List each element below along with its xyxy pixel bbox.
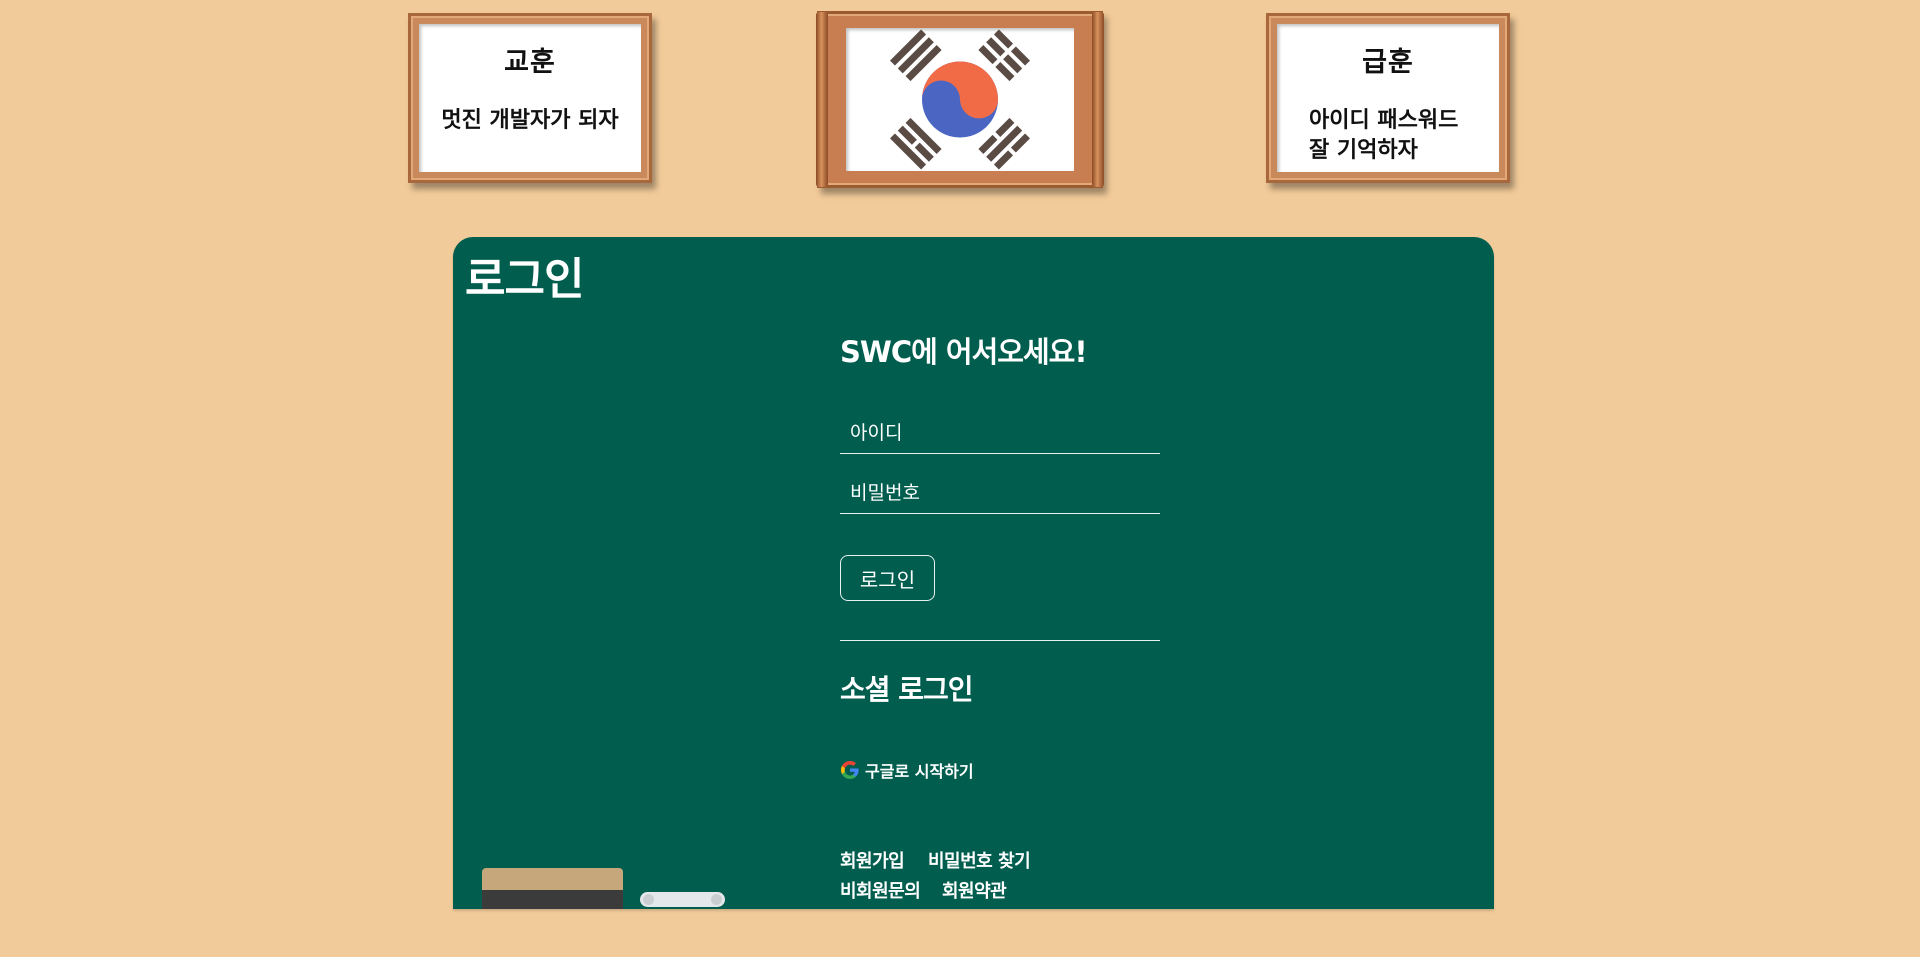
id-field: [840, 413, 1160, 454]
google-login-label: 구글로 시작하기: [865, 762, 974, 781]
chalkboard-eraser: [482, 868, 623, 909]
login-chalkboard: 로그인 SWC에 어서오세요! 로그인 소셜 로그인 구글로 시작하기 회원가입…: [453, 237, 1494, 909]
flag-paper: [846, 28, 1074, 171]
korean-flag-icon: [889, 29, 1031, 170]
google-login-button[interactable]: 구글로 시작하기: [840, 758, 974, 782]
class-rule-frame: 급훈 아이디 패스워드 잘 기억하자: [1266, 13, 1510, 183]
welcome-heading: SWC에 어서오세요!: [840, 335, 1088, 369]
class-rule-line-1: 아이디 패스워드: [1309, 108, 1459, 133]
motto-paper: 교훈 멋진 개발자가 되자: [419, 24, 641, 172]
motto-frame: 교훈 멋진 개발자가 되자: [408, 13, 652, 183]
terms-link[interactable]: 회원약관: [942, 877, 1007, 903]
class-rule-title: 급훈: [1362, 47, 1414, 78]
password-field: [840, 473, 1160, 514]
scroll-rod-left: [816, 12, 828, 187]
motto-text: 멋진 개발자가 되자: [441, 108, 619, 133]
signup-link[interactable]: 회원가입: [840, 847, 905, 873]
page-title: 로그인: [465, 254, 584, 305]
google-icon: [841, 761, 859, 779]
password-input[interactable]: [840, 473, 1160, 513]
class-rule-line-2: 잘 기억하자: [1309, 138, 1418, 163]
login-button[interactable]: 로그인: [840, 555, 935, 601]
divider: [840, 640, 1160, 641]
motto-title: 교훈: [504, 47, 556, 78]
id-input[interactable]: [840, 413, 1160, 453]
class-rule-text: 아이디 패스워드 잘 기억하자: [1309, 106, 1458, 166]
chalk-stick: [640, 892, 725, 907]
find-password-link[interactable]: 비밀번호 찾기: [928, 847, 1031, 873]
guest-inquiry-link[interactable]: 비회원문의: [840, 877, 921, 903]
flag-frame: [816, 11, 1104, 188]
social-login-heading: 소셜 로그인: [840, 673, 974, 706]
scroll-rod-right: [1092, 12, 1104, 187]
class-rule-paper: 급훈 아이디 패스워드 잘 기억하자: [1277, 24, 1499, 172]
